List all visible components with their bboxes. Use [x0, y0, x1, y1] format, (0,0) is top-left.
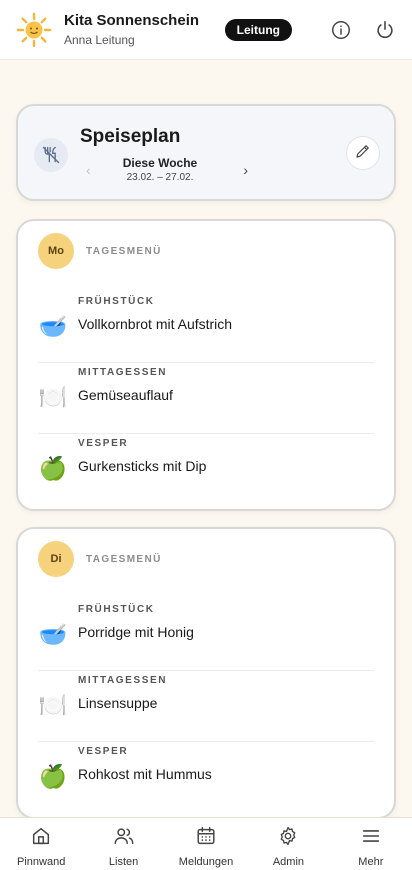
meal-plan-card: Speiseplan ‹ Diese Woche 23.02. – 27.02.… [16, 104, 396, 201]
nav-item-mehr[interactable]: Mehr [330, 818, 412, 870]
bowl-icon: 🥣 [38, 313, 68, 339]
cutlery-off-icon [34, 138, 68, 172]
next-week-button[interactable]: › [243, 162, 248, 178]
meal-item: 🥣 FRÜHSTÜCK Vollkornbrot mit Aufstrich [38, 292, 374, 363]
nav-label: Pinnwand [17, 856, 66, 868]
nav-item-listen[interactable]: Listen [82, 818, 164, 870]
brand: Kita Sonnenschein Anna Leitung [64, 12, 225, 48]
edit-button[interactable] [346, 136, 380, 170]
week-navigator: ‹ Diese Woche 23.02. – 27.02. › [80, 154, 252, 186]
app-title: Kita Sonnenschein [64, 11, 200, 29]
day-badge: Di [38, 541, 74, 577]
meal-name: Vollkornbrot mit Aufstrich [78, 316, 233, 332]
day-card-mo: Mo TAGESMENÜ 🥣 FRÜHSTÜCK Vollkornbrot mi… [16, 219, 396, 511]
app-header: Kita Sonnenschein Anna Leitung Leitung [0, 0, 412, 60]
pencil-icon [354, 142, 372, 165]
meal-category: VESPER [78, 746, 129, 757]
day-badge: Mo [38, 233, 74, 269]
user-name: Anna Leitung [64, 32, 135, 47]
week-range: 23.02. – 27.02. [126, 172, 194, 183]
meal-item: 🍽️ MITTAGESSEN Linsensuppe [38, 671, 374, 742]
calendar-icon [195, 825, 217, 852]
plate-icon: 🍽️ [38, 384, 68, 410]
nav-label: Listen [108, 856, 139, 868]
gear-icon [277, 825, 299, 852]
users-icon [113, 825, 135, 852]
role-badge: Leitung [224, 18, 292, 41]
menu-icon [360, 825, 382, 852]
page-title: Speiseplan [80, 126, 181, 147]
nav-label: Admin [272, 856, 305, 868]
meal-category: FRÜHSTÜCK [78, 296, 155, 307]
meal-name: Porridge mit Honig [78, 624, 194, 640]
apple-icon: 🍏 [38, 455, 68, 481]
info-icon[interactable] [330, 19, 352, 41]
meal-name: Rohkost mit Hummus [78, 766, 212, 782]
home-icon [30, 825, 52, 852]
meal-category: VESPER [78, 438, 129, 449]
meal-item: 🍏 VESPER Rohkost mit Hummus [38, 742, 374, 813]
apple-icon: 🍏 [38, 763, 68, 789]
nav-item-admin[interactable]: Admin [247, 818, 329, 870]
bowl-icon: 🥣 [38, 621, 68, 647]
meal-category: MITTAGESSEN [78, 367, 168, 378]
meal-item: 🍏 VESPER Gurkensticks mit Dip [38, 434, 374, 505]
main-content: Speiseplan ‹ Diese Woche 23.02. – 27.02.… [0, 60, 412, 817]
nav-label: Meldungen [178, 856, 234, 868]
day-card-di: Di TAGESMENÜ 🥣 FRÜHSTÜCK Porridge mit Ho… [16, 527, 396, 817]
plate-icon: 🍽️ [38, 692, 68, 718]
meal-category: FRÜHSTÜCK [78, 604, 155, 615]
power-icon[interactable] [374, 19, 396, 41]
nav-item-meldungen[interactable]: Meldungen [165, 818, 247, 870]
meal-item: 🍽️ MITTAGESSEN Gemüseauflauf [38, 363, 374, 434]
week-label: Diese Woche [122, 156, 198, 170]
day-kicker: TAGESMENÜ [86, 554, 162, 565]
meal-name: Gemüseauflauf [78, 387, 173, 403]
nav-label: Mehr [358, 856, 384, 868]
meal-name: Linsensuppe [78, 695, 158, 711]
meal-category: MITTAGESSEN [78, 675, 168, 686]
bottom-navigation: Pinnwand Listen Meldungen Admin Mehr [0, 817, 412, 870]
meal-item: 🥣 FRÜHSTÜCK Porridge mit Honig [38, 600, 374, 671]
nav-item-pinnwand[interactable]: Pinnwand [0, 818, 82, 870]
day-kicker: TAGESMENÜ [86, 246, 162, 257]
meal-name: Gurkensticks mit Dip [78, 458, 207, 474]
sun-logo-icon [16, 12, 52, 48]
